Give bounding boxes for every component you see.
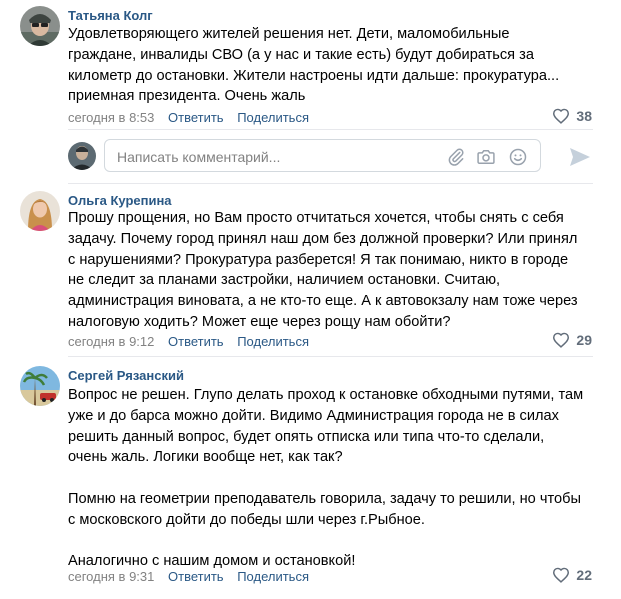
comment-text: Удовлетворяющего жителей решения нет. Де… [68, 24, 608, 107]
comment-text: Вопрос не решен. Глупо делать проход к о… [68, 385, 608, 572]
like-count: 38 [576, 108, 592, 124]
divider [68, 356, 593, 357]
comment-author[interactable]: Татьяна Колг [68, 8, 153, 23]
comment-line: не следит за планами застройки, наличием… [68, 272, 501, 289]
like-count: 22 [576, 567, 592, 583]
user-avatar[interactable] [68, 142, 96, 170]
comment-line: очень жаль. Логики вообще нет, как так? [68, 449, 343, 466]
comment-time[interactable]: сегодня в 9:31 [68, 569, 154, 584]
comment-line: с нарушениями? Прокуратура разберется! Я… [68, 251, 569, 268]
comment-field [104, 139, 541, 172]
comment-meta: сегодня в 9:31 Ответить Поделиться [68, 569, 319, 584]
comment-line: граждане, инвалиды СВО (а у нас и такие … [68, 46, 534, 63]
paperclip-icon[interactable] [446, 147, 466, 167]
comment-author[interactable]: Сергей Рязанский [68, 368, 184, 383]
comment-line: Вопрос не решен. Глупо делать проход к о… [68, 387, 584, 403]
avatar[interactable] [20, 366, 60, 406]
reply-button[interactable]: Ответить [168, 569, 224, 584]
divider [68, 129, 593, 130]
comment-input[interactable] [115, 147, 439, 167]
comment-line: Прошу прощения, но Вам просто отчитаться… [68, 210, 564, 226]
comment-line [68, 531, 608, 552]
like-count: 29 [576, 332, 592, 348]
comment-line: задачу. Почему город принял наш дом без … [68, 230, 578, 247]
comment-author[interactable]: Ольга Курепина [68, 193, 172, 208]
heart-icon [553, 332, 570, 348]
like-button[interactable]: 22 [552, 567, 592, 583]
like-button[interactable]: 29 [552, 332, 592, 348]
share-button[interactable]: Поделиться [237, 334, 309, 349]
comment-meta: сегодня в 9:12 Ответить Поделиться [68, 334, 319, 349]
comment-text: Прошу прощения, но Вам просто отчитаться… [68, 208, 608, 333]
comment-line: администрация виновата, а не кто-то еще.… [68, 293, 578, 310]
comment-line: решить данный вопрос, будет опять отписк… [68, 428, 545, 445]
heart-icon [553, 108, 570, 124]
comment-line: километр до остановки. Жители настроены … [68, 67, 560, 84]
reply-button[interactable]: Ответить [168, 110, 224, 125]
comment-composer [0, 137, 621, 177]
comment-line: приемная президента. Очень жаль [68, 88, 306, 105]
comment-line: уже и до барса можно дойти. Видимо Админ… [68, 407, 559, 424]
comment-line: Помню на геометрии преподаватель говорил… [68, 490, 581, 507]
like-button[interactable]: 38 [552, 108, 592, 124]
divider [68, 183, 593, 184]
share-button[interactable]: Поделиться [237, 569, 309, 584]
avatar[interactable] [20, 6, 60, 46]
comment-line: Удовлетворяющего жителей решения нет. Де… [68, 26, 510, 42]
reply-button[interactable]: Ответить [168, 334, 224, 349]
emoji-icon[interactable] [508, 147, 528, 167]
comment-line [68, 468, 608, 489]
heart-icon [553, 567, 570, 583]
camera-icon[interactable] [476, 147, 496, 167]
send-icon[interactable] [568, 146, 592, 168]
avatar[interactable] [20, 191, 60, 231]
comment-line: налоговую ходить? Может еще через рощу н… [68, 313, 451, 330]
share-button[interactable]: Поделиться [237, 110, 309, 125]
comment-time[interactable]: сегодня в 9:12 [68, 334, 154, 349]
comment-time[interactable]: сегодня в 8:53 [68, 110, 154, 125]
comment-meta: сегодня в 8:53 Ответить Поделиться [68, 110, 319, 125]
comment-line: с московского дойти до победы шли через … [68, 511, 425, 528]
